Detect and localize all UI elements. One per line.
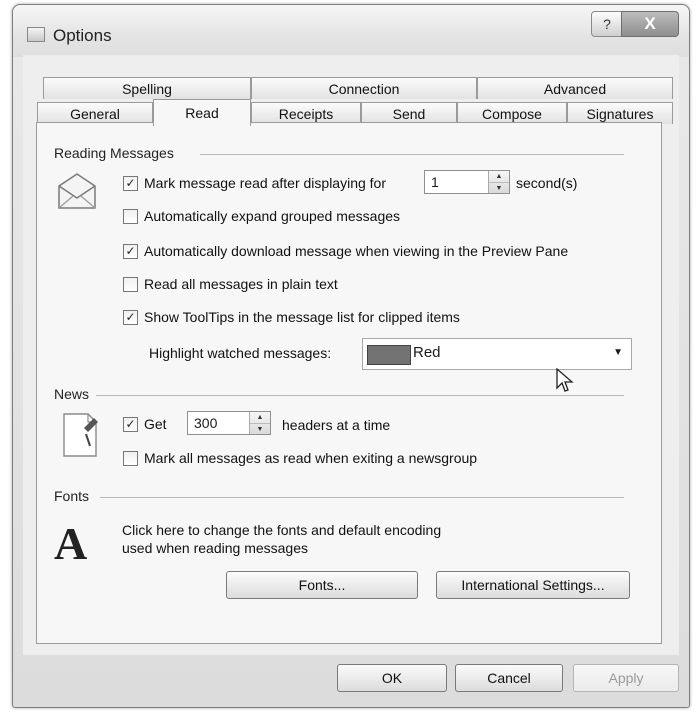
news-group-title: News [54,386,90,402]
help-button[interactable]: ? [591,11,623,37]
ok-button[interactable]: OK [337,664,447,692]
spin-up-icon[interactable]: ▲ [489,171,509,183]
auto-download-check-box[interactable]: ✓ [123,243,138,259]
mark-read-check-box[interactable]: ✓ [123,175,138,191]
tab-send[interactable]: Send [361,102,457,124]
tab-spelling[interactable]: Spelling [43,77,251,99]
apply-button[interactable]: Apply [573,664,679,692]
tab-advanced[interactable]: Advanced [477,77,673,99]
tooltips-label: Show ToolTips in the message list for cl… [144,309,460,325]
get-headers-check-box[interactable]: ✓ [123,416,138,432]
group-divider [200,154,624,155]
highlight-value[interactable]: Red [413,344,441,361]
tab-connection[interactable]: Connection [251,77,477,99]
tab-general[interactable]: General [37,102,153,124]
window-icon [27,27,45,42]
mark-read-checkbox[interactable]: ✓ Mark message read after displaying for [123,173,386,193]
plain-text-label: Read all messages in plain text [144,276,338,292]
international-settings-button[interactable]: International Settings... [436,571,630,599]
mark-all-read-label: Mark all messages as read when exiting a… [144,450,478,466]
seconds-spinner[interactable]: 1 ▲ ▼ [424,170,510,194]
seconds-value[interactable]: 1 [431,174,439,190]
highlight-color-dropdown[interactable]: Red ▼ [362,338,632,370]
get-label: Get [144,416,167,432]
tab-receipts[interactable]: Receipts [251,102,361,124]
get-headers-checkbox[interactable]: ✓ Get [123,414,167,434]
seconds-label: second(s) [516,175,578,191]
cancel-button[interactable]: Cancel [455,664,563,692]
tab-read[interactable]: Read [153,99,251,126]
headers-spin-buttons[interactable]: ▲ ▼ [249,412,270,434]
mark-all-read-checkbox[interactable]: Mark all messages as read when exiting a… [123,448,477,468]
headers-label: headers at a time [282,417,391,433]
envelope-icon [58,173,96,209]
news-document-icon [63,413,98,457]
group-divider [96,395,624,396]
spin-down-icon[interactable]: ▼ [489,183,509,194]
auto-download-checkbox[interactable]: ✓ Automatically download message when vi… [123,241,568,261]
auto-expand-check-box[interactable] [123,208,138,224]
font-letter-icon: A [54,518,88,569]
tab-signatures[interactable]: Signatures [567,102,673,124]
mark-read-label: Mark message read after displaying for [144,175,386,191]
auto-expand-checkbox[interactable]: Automatically expand grouped messages [123,206,400,226]
auto-download-label: Automatically download message when view… [144,243,569,259]
fonts-description-line1: Click here to change the fonts and defau… [122,522,442,538]
chevron-down-icon[interactable]: ▼ [613,347,623,358]
auto-expand-label: Automatically expand grouped messages [144,208,401,224]
reading-messages-group-title: Reading Messages [54,145,174,161]
fonts-group-title: Fonts [54,488,90,504]
seconds-spin-buttons[interactable]: ▲ ▼ [488,171,509,193]
spin-up-icon[interactable]: ▲ [250,412,270,424]
fonts-description-line2: used when reading messages [122,540,309,556]
plain-text-checkbox[interactable]: Read all messages in plain text [123,274,338,294]
window-title: Options [53,26,112,45]
headers-spinner[interactable]: 300 ▲ ▼ [187,411,271,435]
plain-text-check-box[interactable] [123,276,138,292]
headers-value[interactable]: 300 [194,415,217,431]
mark-all-read-check-box[interactable] [123,450,138,466]
fonts-button[interactable]: Fonts... [226,571,418,599]
color-swatch [367,345,411,365]
tab-compose[interactable]: Compose [457,102,567,124]
highlight-label: Highlight watched messages: [149,345,332,361]
mouse-cursor-icon [556,368,574,392]
tooltips-check-box[interactable]: ✓ [123,309,138,325]
spin-down-icon[interactable]: ▼ [250,424,270,435]
tooltips-checkbox[interactable]: ✓ Show ToolTips in the message list for … [123,307,460,327]
group-divider [100,497,624,498]
close-button[interactable]: X [621,11,679,37]
title-bar[interactable]: Options ? X [13,5,689,57]
